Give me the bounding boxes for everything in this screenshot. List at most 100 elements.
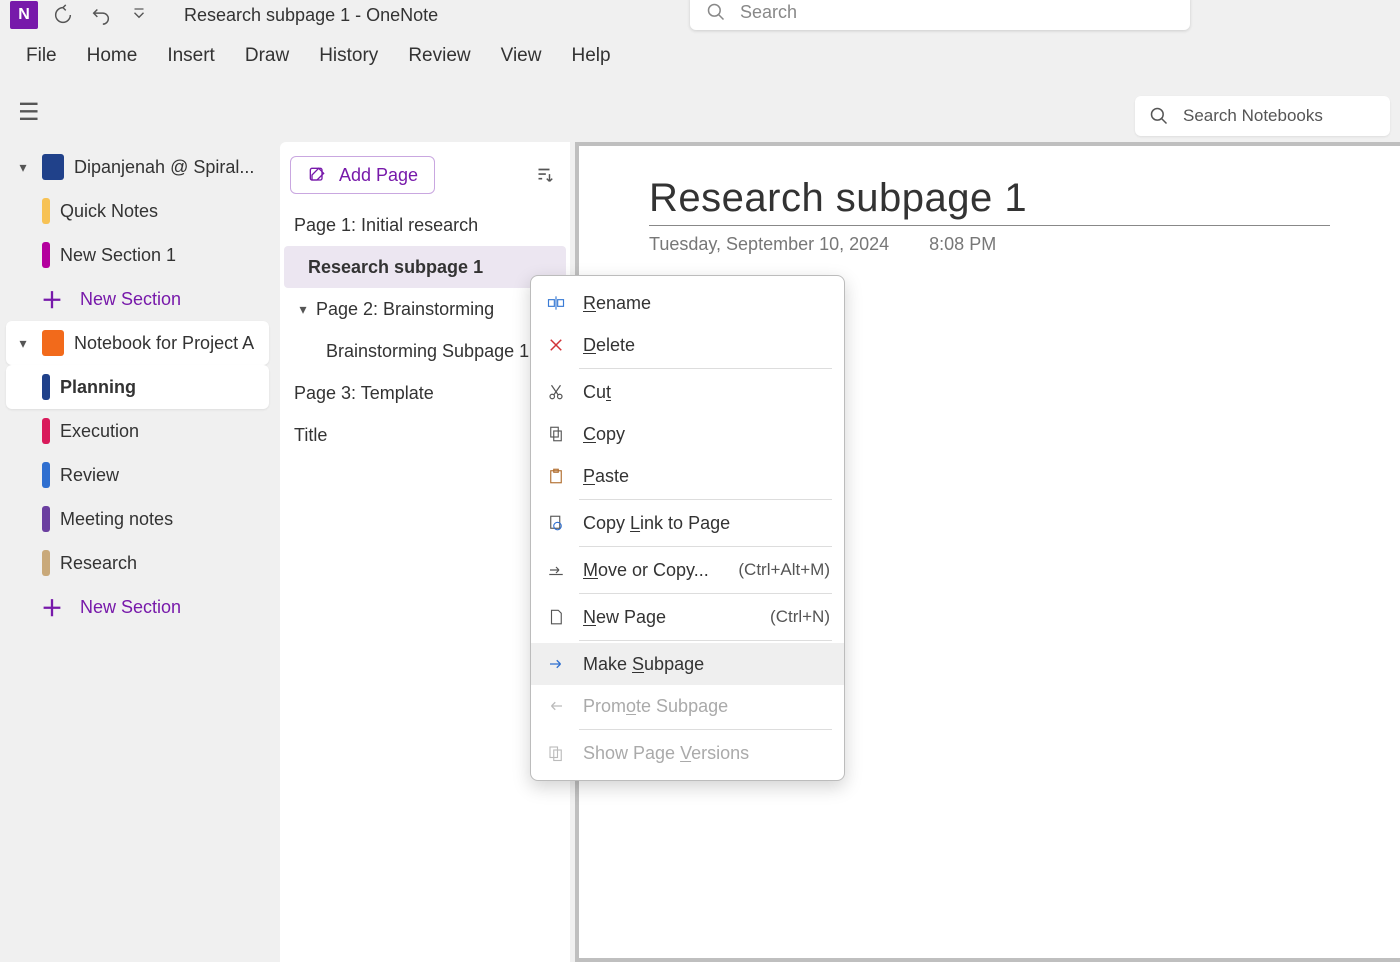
menu-insert[interactable]: Insert bbox=[167, 45, 215, 67]
notebook-item-personal[interactable]: ▾ Dipanjenah @ Spiral... bbox=[6, 145, 269, 189]
ctx-label: Cut bbox=[583, 382, 830, 403]
section-label: Review bbox=[60, 465, 261, 486]
section-item-execution[interactable]: Execution bbox=[6, 409, 269, 453]
arrow-right-icon bbox=[545, 653, 567, 675]
page-item[interactable]: Title bbox=[284, 414, 566, 456]
new-section-button[interactable]: ＋ New Section bbox=[6, 277, 269, 321]
sort-icon bbox=[533, 164, 555, 186]
notebook-label: Dipanjenah @ Spiral... bbox=[74, 157, 261, 178]
ctx-label: Move or Copy... bbox=[583, 560, 722, 581]
ctx-new-page[interactable]: New Page (Ctrl+N) bbox=[531, 596, 844, 638]
ctx-shortcut: (Ctrl+Alt+M) bbox=[738, 560, 830, 580]
section-item-quick-notes[interactable]: Quick Notes bbox=[6, 189, 269, 233]
add-page-button[interactable]: Add Page bbox=[290, 156, 435, 194]
page-list-panel: Add Page Page 1: Initial research Resear… bbox=[280, 142, 570, 962]
page-time[interactable]: 8:08 PM bbox=[929, 234, 996, 255]
ctx-paste[interactable]: Paste bbox=[531, 455, 844, 497]
section-label: New Section 1 bbox=[60, 245, 261, 266]
ctx-label: Show Page Versions bbox=[583, 743, 830, 764]
page-item-selected[interactable]: Research subpage 1 bbox=[284, 246, 566, 288]
versions-icon bbox=[545, 742, 567, 764]
ctx-separator bbox=[579, 593, 832, 594]
notebook-icon bbox=[42, 154, 64, 180]
ctx-label: Copy bbox=[583, 424, 830, 445]
back-button[interactable] bbox=[50, 2, 76, 28]
chevron-down-icon bbox=[130, 6, 148, 24]
ctx-rename[interactable]: Rename bbox=[531, 282, 844, 324]
ctx-delete[interactable]: Delete bbox=[531, 324, 844, 366]
new-section-label: New Section bbox=[80, 289, 181, 310]
menu-history[interactable]: History bbox=[319, 45, 378, 67]
undo-button[interactable] bbox=[88, 2, 114, 28]
menu-home[interactable]: Home bbox=[87, 45, 138, 67]
ctx-label: Delete bbox=[583, 335, 830, 356]
copy-icon bbox=[545, 423, 567, 445]
menu-file[interactable]: File bbox=[26, 45, 57, 67]
arrow-left-icon bbox=[545, 695, 567, 717]
chevron-down-icon: ▾ bbox=[14, 335, 32, 352]
move-icon bbox=[545, 559, 567, 581]
page-item[interactable]: Page 1: Initial research bbox=[284, 204, 566, 246]
ctx-label: Rename bbox=[583, 293, 830, 314]
ctx-label: New Page bbox=[583, 607, 754, 628]
section-label: Research bbox=[60, 553, 261, 574]
notebook-label: Notebook for Project A bbox=[74, 333, 261, 354]
page-item[interactable]: ▾ Page 2: Brainstorming bbox=[284, 288, 566, 330]
link-page-icon bbox=[545, 512, 567, 534]
menu-view[interactable]: View bbox=[501, 45, 542, 67]
new-page-icon bbox=[545, 606, 567, 628]
section-item-research[interactable]: Research bbox=[6, 541, 269, 585]
page-title[interactable]: Research subpage 1 bbox=[649, 176, 1330, 221]
global-search-placeholder: Search bbox=[740, 2, 797, 23]
ctx-show-versions: Show Page Versions bbox=[531, 732, 844, 774]
chevron-down-icon: ▾ bbox=[294, 301, 312, 318]
ctx-copy-link[interactable]: Copy Link to Page bbox=[531, 502, 844, 544]
plus-icon: ＋ bbox=[40, 595, 64, 619]
section-color-bar bbox=[42, 462, 50, 488]
page-meta: Tuesday, September 10, 2024 8:08 PM bbox=[649, 234, 1330, 255]
section-color-bar bbox=[42, 198, 50, 224]
page-item-label: Page 1: Initial research bbox=[294, 215, 478, 236]
titlebar: N Research subpage 1 - OneNote Search bbox=[0, 0, 1400, 30]
section-color-bar bbox=[42, 242, 50, 268]
sort-pages-button[interactable] bbox=[528, 159, 560, 191]
page-date[interactable]: Tuesday, September 10, 2024 bbox=[649, 234, 889, 255]
section-item-planning[interactable]: Planning bbox=[6, 365, 269, 409]
chevron-down-icon: ▾ bbox=[14, 159, 32, 176]
menu-review[interactable]: Review bbox=[408, 45, 470, 67]
page-item-label: Page 2: Brainstorming bbox=[316, 299, 494, 320]
ctx-separator bbox=[579, 368, 832, 369]
ctx-make-subpage[interactable]: Make Subpage bbox=[531, 643, 844, 685]
page-list-header: Add Page bbox=[284, 156, 566, 204]
page-item[interactable]: Brainstorming Subpage 1 bbox=[284, 330, 566, 372]
ctx-label: Copy Link to Page bbox=[583, 513, 830, 534]
page-item[interactable]: Page 3: Template bbox=[284, 372, 566, 414]
section-color-bar bbox=[42, 550, 50, 576]
notebook-item-project-a[interactable]: ▾ Notebook for Project A bbox=[6, 321, 269, 365]
page-item-label: Title bbox=[294, 425, 327, 446]
ctx-cut[interactable]: Cut bbox=[531, 371, 844, 413]
section-label: Planning bbox=[60, 377, 261, 398]
rename-icon bbox=[545, 292, 567, 314]
ctx-separator bbox=[579, 640, 832, 641]
plus-icon: ＋ bbox=[40, 287, 64, 311]
new-section-button[interactable]: ＋ New Section bbox=[6, 585, 269, 629]
section-item-new-section-1[interactable]: New Section 1 bbox=[6, 233, 269, 277]
ctx-move-copy[interactable]: Move or Copy... (Ctrl+Alt+M) bbox=[531, 549, 844, 591]
customize-qat-button[interactable] bbox=[126, 2, 152, 28]
section-item-review[interactable]: Review bbox=[6, 453, 269, 497]
ctx-separator bbox=[579, 546, 832, 547]
hamburger-button[interactable]: ☰ bbox=[18, 98, 269, 127]
new-section-label: New Section bbox=[80, 597, 181, 618]
menu-draw[interactable]: Draw bbox=[245, 45, 289, 67]
ctx-label: Make Subpage bbox=[583, 654, 830, 675]
ctx-label: Paste bbox=[583, 466, 830, 487]
global-search-box[interactable]: Search bbox=[690, 0, 1190, 30]
ctx-copy[interactable]: Copy bbox=[531, 413, 844, 455]
section-item-meeting-notes[interactable]: Meeting notes bbox=[6, 497, 269, 541]
menu-help[interactable]: Help bbox=[571, 45, 610, 67]
page-item-label: Brainstorming Subpage 1 bbox=[326, 341, 529, 362]
cut-icon bbox=[545, 381, 567, 403]
ctx-separator bbox=[579, 499, 832, 500]
section-color-bar bbox=[42, 374, 50, 400]
